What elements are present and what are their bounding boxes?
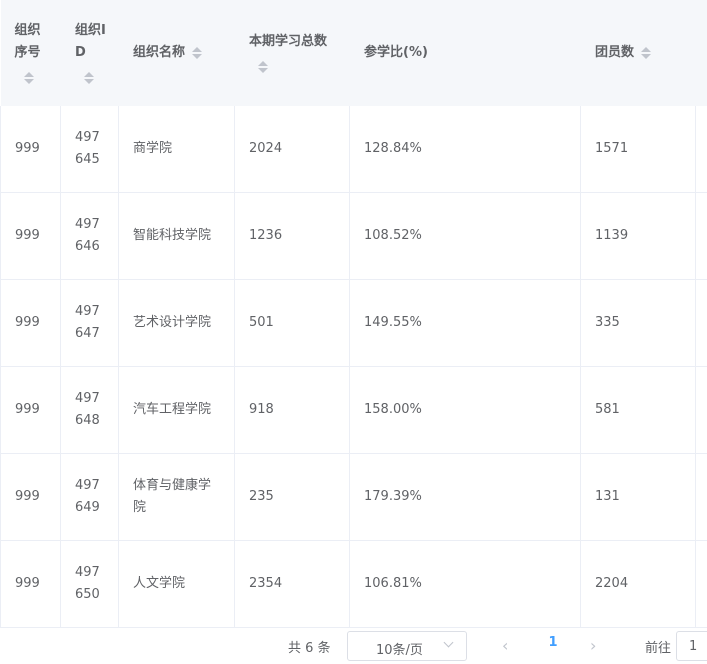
cell-extra xyxy=(695,106,707,193)
cell-extra xyxy=(695,453,707,541)
chevron-down-icon xyxy=(443,637,454,648)
cell-total: 2024 xyxy=(234,106,350,193)
cell-name: 商学院 xyxy=(118,106,235,193)
table-body: 999 497645 商学院 2024 128.84% 1571 999 497… xyxy=(0,106,707,628)
cell-extra xyxy=(695,279,707,367)
column-header-members[interactable]: 团员数 xyxy=(580,0,696,106)
page-size-select[interactable]: 10条/页 xyxy=(347,631,467,661)
goto-label: 前往 xyxy=(645,641,672,656)
table-row: 999 497649 体育与健康学院 235 179.39% 131 xyxy=(0,453,707,541)
column-header-label: 组织ID xyxy=(75,23,106,60)
column-header-label: 组织名称 xyxy=(133,45,186,60)
cell-total: 2354 xyxy=(234,540,350,628)
sort-icon[interactable] xyxy=(640,45,652,61)
column-header-extra xyxy=(695,0,707,106)
cell-members: 2204 xyxy=(580,540,696,628)
table-row: 999 497650 人文学院 2354 106.81% 2204 xyxy=(0,540,707,628)
cell-seq: 999 xyxy=(0,106,61,193)
column-header-total[interactable]: 本期学习总数 xyxy=(234,0,350,106)
cell-seq: 999 xyxy=(0,279,61,367)
cell-seq: 999 xyxy=(0,192,61,280)
cell-extra xyxy=(695,192,707,280)
column-header-ratio: 参学比(%) xyxy=(349,0,581,106)
sort-icon[interactable] xyxy=(191,45,203,61)
column-header-seq[interactable]: 组织序号 xyxy=(0,0,61,106)
cell-total: 918 xyxy=(234,366,350,454)
cell-ratio: 106.81% xyxy=(349,540,581,628)
cell-members: 1571 xyxy=(580,106,696,193)
column-header-label: 本期学习总数 xyxy=(249,34,328,49)
cell-name: 艺术设计学院 xyxy=(118,279,235,367)
pagination-total: 共 6 条 xyxy=(288,641,331,656)
pagination: 共 6 条 10条/页 ‹ 1 › 前往 xyxy=(0,630,707,664)
table-row: 999 497645 商学院 2024 128.84% 1571 xyxy=(0,106,707,193)
cell-id: 497648 xyxy=(60,366,119,454)
cell-id: 497646 xyxy=(60,192,119,280)
cell-members: 335 xyxy=(580,279,696,367)
cell-members: 131 xyxy=(580,453,696,541)
org-table: 组织序号 组织ID 组织名称 本期学习总数 参学比(%) 团员数 999 497… xyxy=(0,0,707,628)
cell-name: 体育与健康学院 xyxy=(118,453,235,541)
header-row: 组织序号 组织ID 组织名称 本期学习总数 参学比(%) 团员数 xyxy=(0,0,707,106)
sort-icon[interactable] xyxy=(257,59,269,75)
sort-icon[interactable] xyxy=(83,70,95,86)
cell-total: 501 xyxy=(234,279,350,367)
cell-members: 1139 xyxy=(580,192,696,280)
cell-ratio: 158.00% xyxy=(349,366,581,454)
cell-ratio: 179.39% xyxy=(349,453,581,541)
cell-id: 497650 xyxy=(60,540,119,628)
cell-name: 智能科技学院 xyxy=(118,192,235,280)
cell-id: 497647 xyxy=(60,279,119,367)
cell-ratio: 128.84% xyxy=(349,106,581,193)
cell-extra xyxy=(695,540,707,628)
cell-seq: 999 xyxy=(0,366,61,454)
data-table-wrapper: 组织序号 组织ID 组织名称 本期学习总数 参学比(%) 团员数 999 497… xyxy=(0,0,707,630)
cell-name: 人文学院 xyxy=(118,540,235,628)
cell-id: 497649 xyxy=(60,453,119,541)
cell-members: 581 xyxy=(580,366,696,454)
page-size-value: 10条/页 xyxy=(376,643,423,658)
column-header-label: 团员数 xyxy=(595,45,635,60)
table-row: 999 497647 艺术设计学院 501 149.55% 335 xyxy=(0,279,707,367)
table-header: 组织序号 组织ID 组织名称 本期学习总数 参学比(%) 团员数 xyxy=(0,0,707,106)
cell-name: 汽车工程学院 xyxy=(118,366,235,454)
cell-seq: 999 xyxy=(0,540,61,628)
chevron-right-icon[interactable]: › xyxy=(590,638,610,656)
column-header-label: 参学比(%) xyxy=(364,45,428,60)
cell-total: 235 xyxy=(234,453,350,541)
column-header-name[interactable]: 组织名称 xyxy=(118,0,235,106)
cell-id: 497645 xyxy=(60,106,119,193)
cell-total: 1236 xyxy=(234,192,350,280)
chevron-left-icon[interactable]: ‹ xyxy=(502,638,522,656)
cell-extra xyxy=(695,366,707,454)
column-header-label: 组织序号 xyxy=(14,23,41,60)
table-row: 999 497648 汽车工程学院 918 158.00% 581 xyxy=(0,366,707,454)
pagination-page-current[interactable]: 1 xyxy=(543,635,563,650)
cell-ratio: 149.55% xyxy=(349,279,581,367)
goto-page-input[interactable] xyxy=(676,631,707,661)
column-header-id[interactable]: 组织ID xyxy=(60,0,119,106)
cell-ratio: 108.52% xyxy=(349,192,581,280)
cell-seq: 999 xyxy=(0,453,61,541)
sort-icon[interactable] xyxy=(23,70,35,86)
table-row: 999 497646 智能科技学院 1236 108.52% 1139 xyxy=(0,192,707,280)
